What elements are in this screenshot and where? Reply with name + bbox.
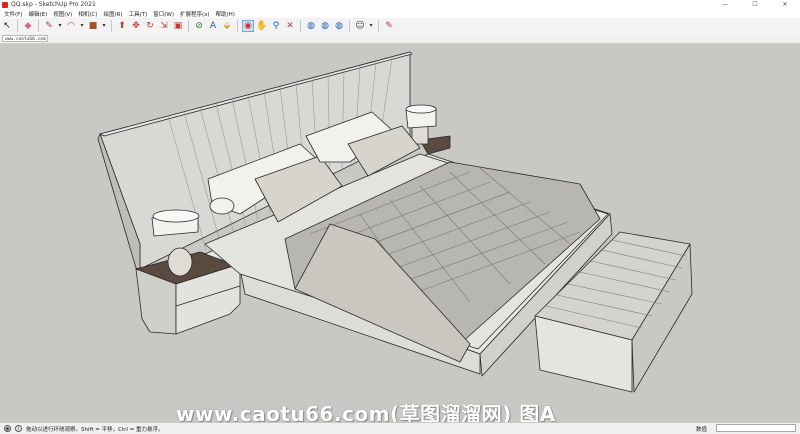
- eraser-tool-button[interactable]: ◆: [22, 20, 34, 32]
- pan-tool-button[interactable]: ✋: [256, 20, 268, 32]
- geo-location-icon[interactable]: ◉: [4, 425, 11, 432]
- rotate-icon: ↻: [146, 21, 154, 31]
- account-button[interactable]: ☺: [354, 20, 366, 32]
- text-label-icon: A: [209, 21, 217, 31]
- menu-bar: 文件(F) 编辑(E) 视图(V) 相机(C) 绘图(R) 工具(T) 窗口(W…: [0, 9, 800, 18]
- toolbar-separator: [111, 20, 112, 32]
- select-icon: ↖: [3, 21, 11, 31]
- rectangle-dropdown-arrow[interactable]: ▾: [101, 20, 107, 32]
- pencil-dropdown-arrow[interactable]: ▾: [57, 20, 63, 32]
- info-icon[interactable]: i: [15, 425, 22, 432]
- pushpull-tool-button[interactable]: ⬆: [116, 20, 128, 32]
- status-hint: 拖动以进行环绕观察。Shift = 平移，Ctrl = 重力悬浮。: [26, 426, 164, 433]
- measurements-label: 数值: [696, 427, 708, 433]
- tape-measure-tool-button[interactable]: ⊘: [193, 20, 205, 32]
- left-lamp-base: [167, 247, 193, 277]
- toolbar-separator: [188, 20, 189, 32]
- menu-tools[interactable]: 工具(T): [129, 10, 148, 18]
- rectangle-icon: ■: [88, 21, 98, 31]
- pushpull-icon: ⬆: [118, 21, 126, 31]
- paint-bucket-tool-button[interactable]: ⬙: [221, 20, 233, 32]
- style-builder-icon: ✎: [385, 21, 393, 31]
- move-tool-button[interactable]: ✥: [130, 20, 142, 32]
- toolbar-separator: [378, 20, 379, 32]
- menu-draw[interactable]: 绘图(R): [103, 10, 122, 18]
- account-icon: ☺: [355, 21, 365, 31]
- menu-edit[interactable]: 编辑(E): [28, 10, 47, 18]
- scale-icon: ⇲: [160, 21, 168, 31]
- minimize-button[interactable]: —: [710, 0, 740, 9]
- close-button[interactable]: ✕: [770, 0, 800, 9]
- pan-icon: ✋: [256, 21, 268, 31]
- sketchup-app-icon: [2, 1, 8, 8]
- offset-icon: ▣: [173, 21, 183, 31]
- scene-tab-strip: www.caotu66.com: [0, 34, 800, 44]
- scale-tool-button[interactable]: ⇲: [158, 20, 170, 32]
- account-dropdown-arrow[interactable]: ▾: [368, 20, 374, 32]
- extension-icon: ◍: [321, 21, 329, 31]
- toolbar-separator: [17, 20, 18, 32]
- zoom-extents-button[interactable]: ✕: [284, 20, 296, 32]
- zoom-tool-button[interactable]: ⚲: [270, 20, 282, 32]
- measurements-input[interactable]: [716, 424, 796, 432]
- window-controls: — ☐ ✕: [710, 0, 800, 9]
- bed-model-drawing: [97, 51, 693, 393]
- arc-icon: ◠: [67, 21, 75, 31]
- model-viewport[interactable]: www.caotu66.com(草图溜溜网) 图A: [0, 44, 800, 422]
- menu-file[interactable]: 文件(F): [4, 10, 22, 18]
- toolbar-separator: [300, 20, 301, 32]
- select-tool-button[interactable]: ↖: [1, 20, 13, 32]
- tape-measure-icon: ⊘: [195, 21, 203, 31]
- menu-help[interactable]: 帮助(H): [216, 10, 235, 18]
- text-tool-button[interactable]: A: [207, 20, 219, 32]
- pencil-icon: ✎: [45, 21, 53, 31]
- toolbar-separator: [237, 20, 238, 32]
- toolbar-separator: [349, 20, 350, 32]
- rotate-tool-button[interactable]: ↻: [144, 20, 156, 32]
- scene-tab[interactable]: www.caotu66.com: [2, 35, 48, 42]
- zoom-icon: ⚲: [272, 21, 280, 31]
- zoom-extents-icon: ✕: [286, 21, 294, 31]
- menu-window[interactable]: 窗口(W): [153, 10, 174, 18]
- status-bar: ◉ i 拖动以进行环绕观察。Shift = 平移，Ctrl = 重力悬浮。 数值: [0, 422, 800, 434]
- orbit-icon: ◉: [244, 21, 252, 31]
- rectangle-tool-button[interactable]: ■: [87, 20, 99, 32]
- window-title: QQ.skp - SketchUp Pro 2021: [11, 1, 96, 8]
- toolbar-separator: [38, 20, 39, 32]
- title-bar: QQ.skp - SketchUp Pro 2021 — ☐ ✕: [0, 0, 800, 9]
- 3d-warehouse-button[interactable]: ◍: [305, 20, 317, 32]
- warehouse-icon: ◍: [307, 21, 315, 31]
- paint-bucket-icon: ⬙: [223, 21, 231, 31]
- arc-tool-button[interactable]: ◠: [65, 20, 77, 32]
- send-to-layout-button[interactable]: ◍: [333, 20, 345, 32]
- pencil-tool-button[interactable]: ✎: [43, 20, 55, 32]
- arc-dropdown-arrow[interactable]: ▾: [79, 20, 85, 32]
- menu-extensions[interactable]: 扩展程序(x): [180, 10, 210, 18]
- maximize-button[interactable]: ☐: [740, 0, 770, 9]
- move-icon: ✥: [132, 21, 140, 31]
- bolster-left: [209, 197, 235, 215]
- watermark: www.caotu66.com(草图溜溜网) 图A: [176, 402, 556, 422]
- main-toolbar: ↖ ◆ ✎ ▾ ◠ ▾ ■ ▾ ⬆ ✥ ↻ ⇲ ▣ ⊘ A ⬙ ◉ ✋ ⚲ ✕ …: [0, 18, 800, 35]
- menu-view[interactable]: 视图(V): [53, 10, 72, 18]
- extension-warehouse-button[interactable]: ◍: [319, 20, 331, 32]
- layout-icon: ◍: [335, 21, 343, 31]
- style-builder-button[interactable]: ✎: [383, 20, 395, 32]
- menu-camera[interactable]: 相机(C): [78, 10, 97, 18]
- eraser-icon: ◆: [24, 21, 32, 31]
- orbit-tool-button[interactable]: ◉: [242, 20, 254, 32]
- offset-tool-button[interactable]: ▣: [172, 20, 184, 32]
